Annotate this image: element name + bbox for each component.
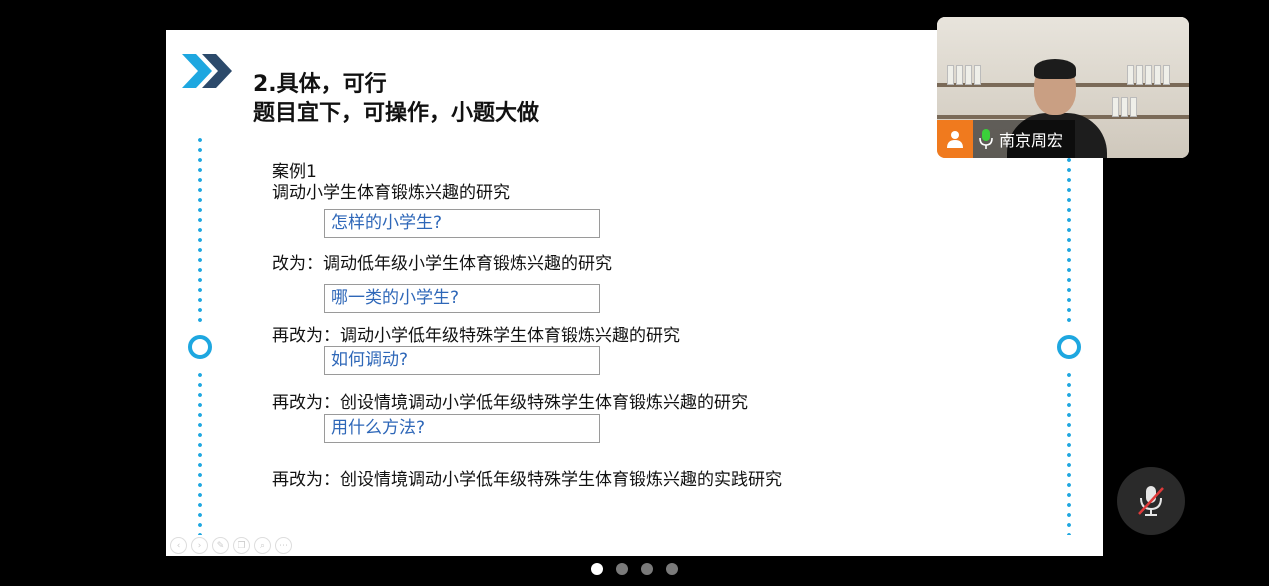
participant-name: 南京周宏 — [999, 131, 1064, 150]
books — [1112, 97, 1137, 117]
right-dotted-line-top — [1067, 155, 1071, 325]
title-line-2: 题目宜下，可操作，小题大做 — [253, 101, 540, 126]
question-box-1: 怎样的小学生? — [324, 209, 600, 238]
next-icon[interactable]: › — [191, 537, 208, 554]
copy-icon[interactable]: ❐ — [233, 537, 250, 554]
zoom-icon[interactable]: ⌕ — [254, 537, 271, 554]
slide-toolbar: ‹ › ✎ ❐ ⌕ ⋯ — [170, 537, 292, 554]
microphone-muted-icon — [1138, 486, 1164, 516]
pen-icon[interactable]: ✎ — [212, 537, 229, 554]
page-dot-3[interactable] — [641, 563, 653, 575]
question-box-2: 哪一类的小学生? — [324, 284, 600, 313]
right-ring-marker — [1057, 335, 1081, 359]
right-dotted-line-bottom — [1067, 370, 1071, 535]
page-dot-1[interactable] — [591, 563, 603, 575]
question-box-4: 用什么方法? — [324, 414, 600, 443]
title-line-1: 2.具体，可行 — [253, 72, 387, 97]
page-indicator — [591, 563, 678, 575]
topic-line-1: 调动小学生体育锻炼兴趣的研究 — [272, 183, 510, 203]
mute-microphone-button[interactable] — [1117, 467, 1185, 535]
left-dotted-line-top — [198, 135, 202, 325]
topic-line-5: 再改为：创设情境调动小学低年级特殊学生体育锻炼兴趣的实践研究 — [272, 470, 782, 490]
participant-video-tile[interactable]: 南京周宏 — [937, 17, 1189, 158]
page-dot-4[interactable] — [666, 563, 678, 575]
topic-line-4: 再改为：创设情境调动小学低年级特殊学生体育锻炼兴趣的研究 — [272, 393, 748, 413]
more-icon[interactable]: ⋯ — [275, 537, 292, 554]
left-dotted-line-bottom — [198, 370, 202, 535]
question-box-3: 如何调动? — [324, 346, 600, 375]
user-avatar-icon — [937, 120, 973, 158]
left-ring-marker — [188, 335, 212, 359]
prev-icon[interactable]: ‹ — [170, 537, 187, 554]
participant-nameplate: 南京周宏 — [937, 120, 1127, 158]
slide-title: 2.具体，可行 题目宜下，可操作，小题大做 — [253, 70, 539, 128]
books — [947, 65, 981, 85]
chevron-logo-icon — [182, 54, 232, 88]
participant-hair — [1034, 59, 1076, 79]
books — [1127, 65, 1170, 85]
topic-line-3: 再改为：调动小学低年级特殊学生体育锻炼兴趣的研究 — [272, 326, 680, 346]
page-dot-2[interactable] — [616, 563, 628, 575]
topic-line-2: 改为：调动低年级小学生体育锻炼兴趣的研究 — [272, 254, 612, 274]
microphone-icon — [979, 129, 993, 149]
